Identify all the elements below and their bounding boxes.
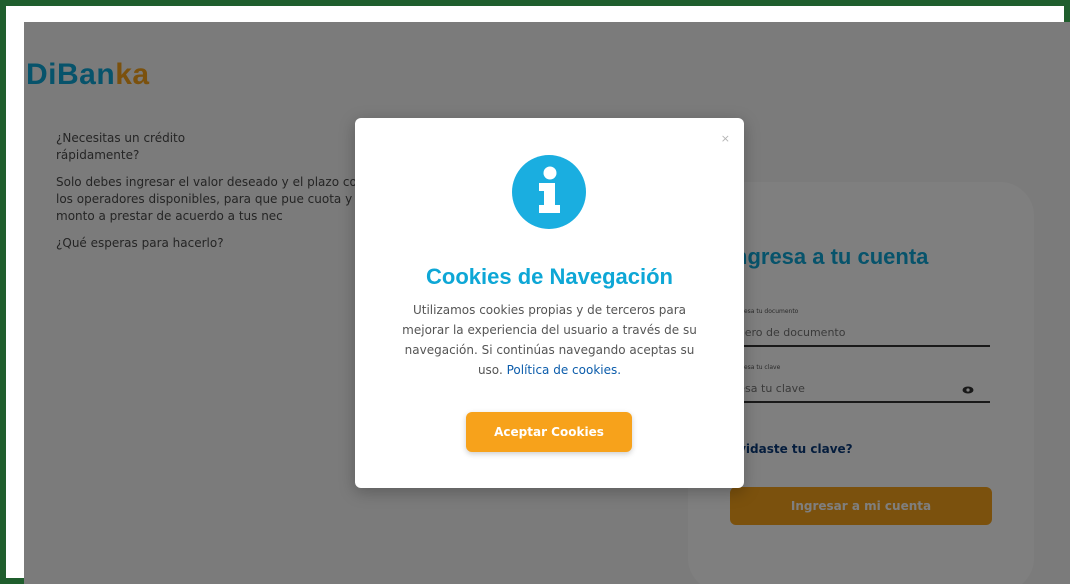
close-icon[interactable]: × xyxy=(721,132,730,145)
cookies-modal: × Cookies de Navegación Utilizamos cooki… xyxy=(355,118,744,488)
modal-description: Utilizamos cookies propias y de terceros… xyxy=(395,300,704,380)
info-icon xyxy=(512,155,586,229)
modal-title: Cookies de Navegación xyxy=(426,264,673,289)
cookie-policy-link[interactable]: Política de cookies. xyxy=(507,363,621,377)
accept-cookies-button[interactable]: Aceptar Cookies xyxy=(466,412,632,452)
